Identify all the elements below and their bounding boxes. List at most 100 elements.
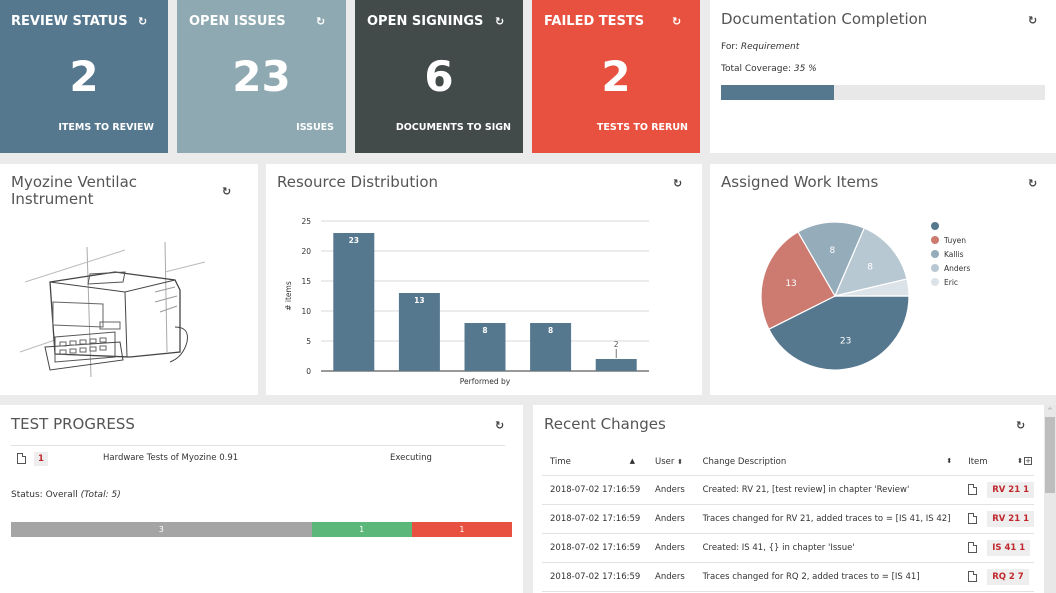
panel-title: Myozine Ventilac Instrument bbox=[11, 174, 137, 208]
document-icon bbox=[968, 513, 978, 524]
table-row[interactable]: 2018-07-02 17:16:59 Anders Created: RV 21,… bbox=[542, 475, 1034, 505]
y-tick-label: 25 bbox=[301, 217, 311, 226]
cell-time: 2018-07-02 17:16:59 bbox=[542, 562, 648, 592]
card-value: 23 bbox=[232, 52, 291, 101]
recent-changes-panel: Recent Changes ↻ Time ▲ User ⬍ Change Des… bbox=[533, 405, 1044, 593]
for-value: Requirement bbox=[740, 42, 800, 52]
legend-swatch bbox=[931, 236, 939, 244]
refresh-icon[interactable]: ↻ bbox=[138, 15, 147, 28]
assigned-work-items-pie-chart: 23 13 8 8 Tuyen Kallis Anders Eric bbox=[760, 221, 970, 371]
document-icon bbox=[968, 571, 978, 582]
sort-icon[interactable]: ⬍ + bbox=[1017, 457, 1032, 466]
test-progress-panel: TEST PROGRESS ↻ 1 Hardware Tests of Myoz… bbox=[0, 405, 523, 593]
legend-label: Eric bbox=[944, 278, 958, 287]
cell-description: Traces changed for RQ 2, added traces to… bbox=[694, 562, 961, 592]
slice-label: 8 bbox=[867, 263, 873, 273]
status-label: Status: Overall bbox=[11, 490, 78, 500]
sort-icon[interactable]: ⬍ bbox=[677, 458, 683, 466]
document-icon bbox=[968, 542, 978, 553]
table-row[interactable]: 2018-07-02 17:16:59 Anders Traces changed … bbox=[542, 504, 1034, 534]
for-label: For: bbox=[721, 42, 738, 52]
card-value: 6 bbox=[424, 52, 454, 101]
assigned-work-items-panel: Assigned Work Items ↻ 23 13 8 8 Tuyen Kallis A… bbox=[710, 164, 1056, 395]
column-header-time[interactable]: Time ▲ bbox=[542, 450, 648, 476]
card-subtitle: ISSUES bbox=[296, 122, 334, 133]
cell-user: Anders bbox=[647, 533, 695, 563]
column-header-user[interactable]: User ⬍ bbox=[647, 450, 695, 476]
kpi-card-open-signings[interactable]: OPEN SIGNINGS ↻ 6 DOCUMENTS TO SIGN bbox=[355, 0, 523, 153]
item-badge[interactable]: RV 21 1 bbox=[987, 482, 1034, 498]
instrument-sketch-image bbox=[19, 241, 206, 378]
item-badge[interactable]: RV 21 1 bbox=[987, 511, 1034, 527]
refresh-icon[interactable]: ↻ bbox=[1028, 14, 1037, 27]
coverage-label: Total Coverage: bbox=[721, 64, 792, 74]
table-row[interactable]: 2018-07-02 17:16:59 Anders Traces changed … bbox=[542, 562, 1034, 592]
legend-label: Kallis bbox=[944, 250, 964, 259]
sort-icon[interactable]: ⬍ bbox=[946, 457, 952, 465]
card-title: OPEN SIGNINGS bbox=[367, 14, 484, 29]
refresh-icon[interactable]: ↻ bbox=[495, 15, 504, 28]
card-value: 2 bbox=[601, 52, 631, 101]
legend-label: Anders bbox=[944, 264, 970, 273]
card-title: FAILED TESTS bbox=[544, 14, 645, 29]
test-status-progress-bar: 311 bbox=[11, 522, 512, 537]
card-title: REVIEW STATUS bbox=[11, 14, 128, 29]
scrollbar-thumb[interactable] bbox=[1045, 417, 1055, 493]
data-label: 2 bbox=[614, 340, 619, 349]
sort-asc-icon[interactable]: ▲ bbox=[630, 457, 635, 465]
kpi-card-failed-tests[interactable]: FAILED TESTS ↻ 2 TESTS TO RERUN bbox=[532, 0, 700, 153]
y-tick-label: 20 bbox=[301, 247, 311, 256]
y-tick-label: 15 bbox=[301, 277, 311, 286]
add-column-icon[interactable]: + bbox=[1024, 457, 1032, 466]
refresh-icon[interactable]: ↻ bbox=[316, 15, 325, 28]
item-badge[interactable]: IS 41 1 bbox=[987, 540, 1031, 556]
progress-segment: 1 bbox=[411, 522, 512, 537]
cell-item: RV 21 1 bbox=[960, 504, 1034, 534]
refresh-icon[interactable]: ↻ bbox=[495, 419, 504, 432]
test-run-row[interactable]: 1 Hardware Tests of Myozine 0.91 Executi… bbox=[11, 452, 505, 468]
card-value: 2 bbox=[69, 52, 99, 101]
kpi-card-review-status[interactable]: REVIEW STATUS ↻ 2 ITEMS TO REVIEW bbox=[0, 0, 168, 153]
slice-label: 23 bbox=[840, 337, 851, 347]
legend-swatch bbox=[931, 250, 939, 258]
card-subtitle: ITEMS TO REVIEW bbox=[58, 122, 154, 133]
column-header-description[interactable]: Change Description ⬍ bbox=[694, 450, 961, 476]
legend-swatch bbox=[931, 222, 939, 230]
scroll-up-arrow[interactable]: ^ bbox=[1044, 405, 1056, 417]
y-tick-label: 10 bbox=[301, 307, 311, 316]
cell-description: Created: IS 41, {} in chapter 'Issue' bbox=[694, 533, 961, 563]
table-row[interactable]: 2018-07-02 17:16:59 Anders Created: IS 41,… bbox=[542, 533, 1034, 563]
legend-swatch bbox=[931, 278, 939, 286]
refresh-icon[interactable]: ↻ bbox=[222, 185, 231, 198]
table-header-row: Time ▲ User ⬍ Change Description ⬍ Item ⬍ + bbox=[542, 450, 1034, 476]
panel-title: Recent Changes bbox=[544, 415, 666, 433]
page-scrollbar[interactable]: ^ bbox=[1044, 405, 1056, 593]
instrument-panel: Myozine Ventilac Instrument ↻ bbox=[0, 164, 258, 395]
cell-description: Created: RV 21, [test review] in chapter… bbox=[694, 475, 961, 505]
coverage-line: Total Coverage: 35 % bbox=[721, 64, 817, 74]
x-axis-label: Performed by bbox=[460, 377, 511, 386]
kpi-card-open-issues[interactable]: OPEN ISSUES ↻ 23 ISSUES bbox=[177, 0, 346, 153]
test-run-name[interactable]: Hardware Tests of Myozine 0.91 bbox=[103, 453, 238, 463]
data-label: 23 bbox=[349, 236, 359, 245]
title-line-1: Myozine Ventilac bbox=[11, 173, 138, 191]
bar bbox=[333, 233, 375, 371]
for-line: For: Requirement bbox=[721, 42, 799, 52]
test-run-badge[interactable]: 1 bbox=[34, 452, 48, 466]
refresh-icon[interactable]: ↻ bbox=[1016, 419, 1025, 432]
item-badge[interactable]: RQ 2 7 bbox=[987, 569, 1029, 585]
data-label: 8 bbox=[548, 326, 553, 335]
cell-time: 2018-07-02 17:16:59 bbox=[542, 504, 648, 534]
progress-segment: 1 bbox=[311, 522, 412, 537]
divider bbox=[11, 445, 505, 446]
refresh-icon[interactable]: ↻ bbox=[672, 15, 681, 28]
total-label: (Total: 5) bbox=[80, 490, 121, 500]
coverage-progress-track bbox=[721, 85, 1045, 100]
panel-title: Documentation Completion bbox=[721, 10, 928, 28]
card-title: OPEN ISSUES bbox=[189, 14, 286, 29]
panel-title: TEST PROGRESS bbox=[11, 415, 135, 433]
bar bbox=[595, 359, 637, 371]
column-header-item[interactable]: Item ⬍ + bbox=[960, 450, 1034, 476]
card-subtitle: TESTS TO RERUN bbox=[596, 122, 688, 133]
resource-distribution-bar-chart: 0 5 10 15 20 25 # items Performed by 23 13 8 8 2 bbox=[284, 217, 649, 386]
